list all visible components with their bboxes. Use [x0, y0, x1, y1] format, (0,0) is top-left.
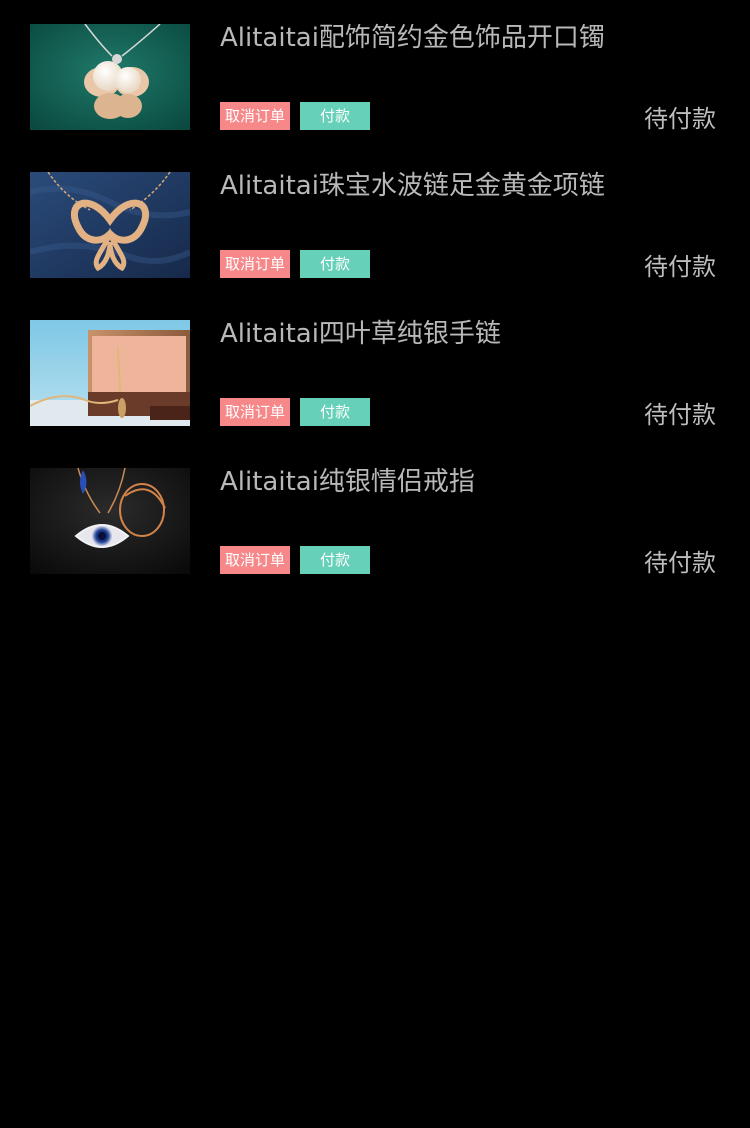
- order-list: Alitaitai配饰简约金色饰品开口镯 取消订单 付款 待付款 Alitait…: [0, 0, 750, 592]
- product-title: Alitaitai珠宝水波链足金黄金项链: [220, 171, 605, 201]
- order-item[interactable]: Alitaitai纯银情侣戒指 取消订单 付款 待付款: [0, 444, 750, 592]
- cancel-order-button[interactable]: 取消订单: [220, 546, 290, 574]
- product-image[interactable]: [30, 172, 190, 278]
- cancel-order-button[interactable]: 取消订单: [220, 102, 290, 130]
- pay-button[interactable]: 付款: [300, 250, 370, 278]
- pearl-necklace-image: [30, 24, 190, 130]
- pay-button[interactable]: 付款: [300, 102, 370, 130]
- evil-eye-pendant-image: [30, 468, 190, 574]
- product-image[interactable]: [30, 468, 190, 574]
- product-image[interactable]: [30, 24, 190, 130]
- order-status: 待付款: [644, 401, 716, 429]
- order-status: 待付款: [644, 253, 716, 281]
- product-title: Alitaitai四叶草纯银手链: [220, 319, 501, 349]
- order-status: 待付款: [644, 549, 716, 577]
- cancel-order-button[interactable]: 取消订单: [220, 398, 290, 426]
- cancel-order-button[interactable]: 取消订单: [220, 250, 290, 278]
- product-title: Alitaitai纯银情侣戒指: [220, 467, 475, 497]
- pay-button[interactable]: 付款: [300, 398, 370, 426]
- order-item[interactable]: Alitaitai珠宝水波链足金黄金项链 取消订单 付款 待付款: [0, 148, 750, 296]
- product-image[interactable]: [30, 320, 190, 426]
- bracelet-image: [30, 320, 190, 426]
- order-item[interactable]: Alitaitai四叶草纯银手链 取消订单 付款 待付款: [0, 296, 750, 444]
- product-title: Alitaitai配饰简约金色饰品开口镯: [220, 23, 605, 53]
- order-status: 待付款: [644, 105, 716, 133]
- order-item[interactable]: Alitaitai配饰简约金色饰品开口镯 取消订单 付款 待付款: [0, 0, 750, 148]
- pay-button[interactable]: 付款: [300, 546, 370, 574]
- butterfly-necklace-image: [30, 172, 190, 278]
